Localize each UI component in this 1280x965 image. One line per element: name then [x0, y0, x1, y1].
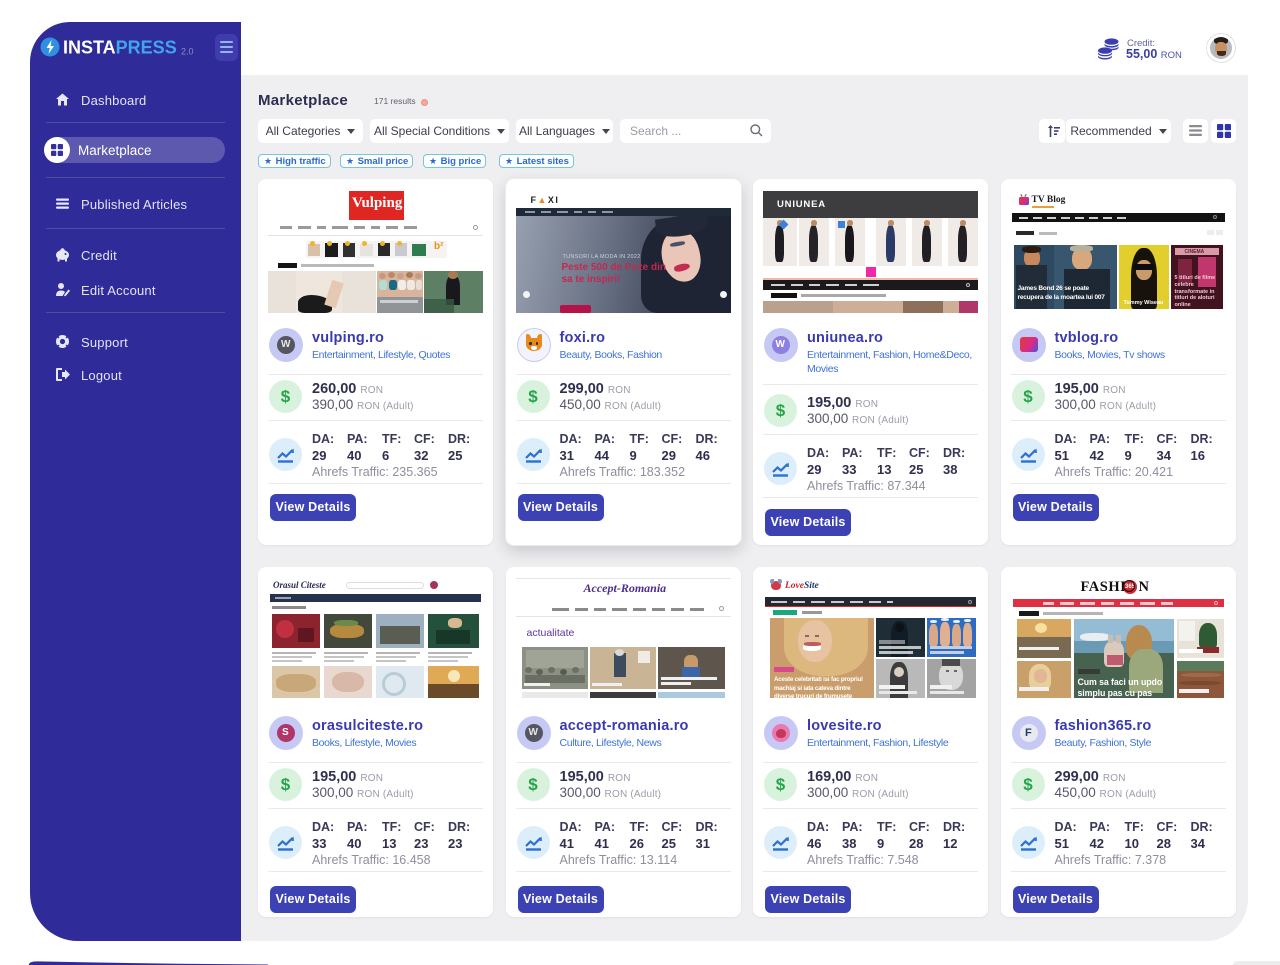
svg-text:INSTAPRESS: INSTAPRESS [63, 38, 177, 58]
svg-text:2.0: 2.0 [181, 47, 194, 57]
